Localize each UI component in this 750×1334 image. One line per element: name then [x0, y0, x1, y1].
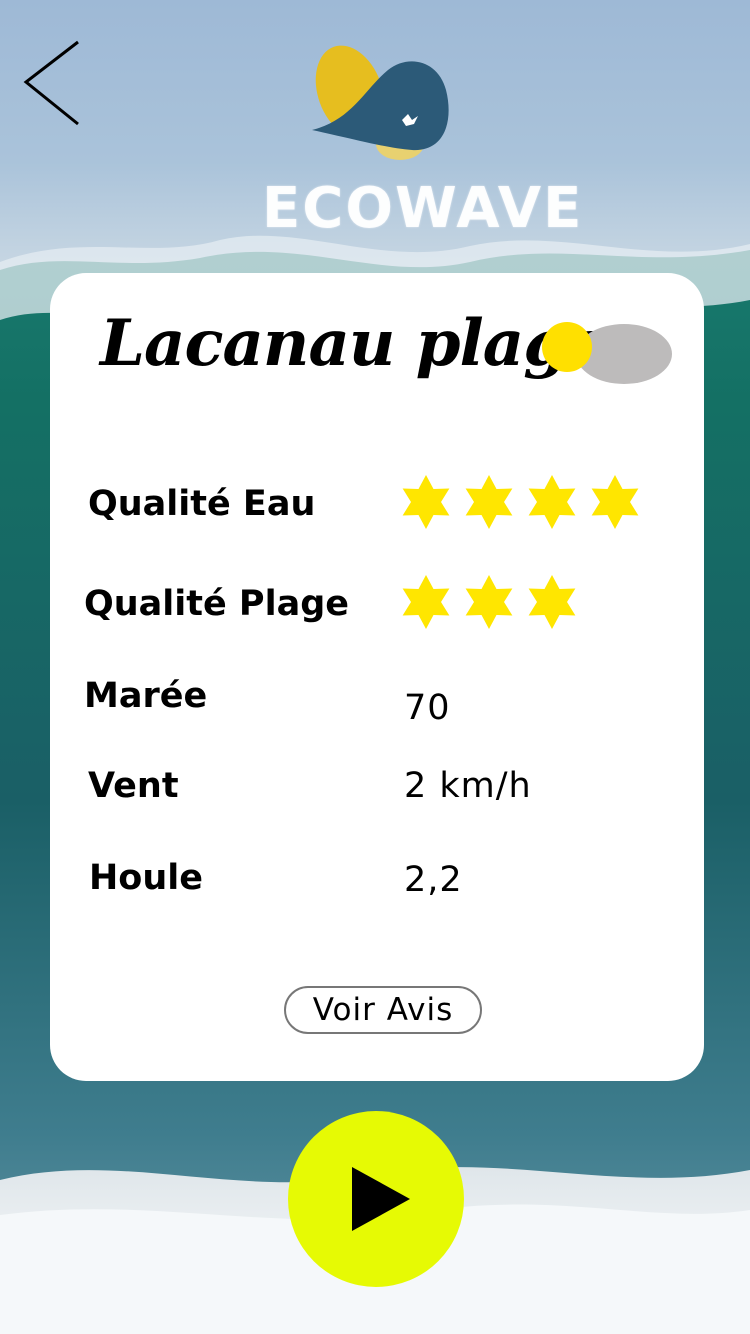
star-icon [465, 575, 513, 629]
star-icon [402, 475, 450, 529]
star-rating-water [402, 475, 639, 529]
row-label-vent: Vent [88, 766, 179, 806]
beach-title: Lacanau plage [100, 306, 608, 381]
row-label-qualite-eau: Qualité Eau [88, 484, 316, 524]
star-icon [528, 575, 576, 629]
star-rating-beach [402, 575, 576, 629]
sun-cloud-icon [542, 322, 672, 384]
row-label-maree: Marée [84, 676, 208, 716]
play-button[interactable] [288, 1111, 464, 1287]
star-icon [465, 475, 513, 529]
voir-avis-button[interactable]: Voir Avis [284, 986, 482, 1034]
back-button[interactable] [18, 38, 88, 130]
row-value-vent: 2 km/h [404, 766, 532, 806]
play-icon [352, 1167, 410, 1231]
star-icon [402, 575, 450, 629]
logo-text: ECOWAVE [262, 176, 584, 241]
row-label-qualite-plage: Qualité Plage [84, 584, 349, 624]
row-value-maree: 70 [404, 688, 451, 728]
chevron-left-icon [23, 40, 79, 126]
star-icon [528, 475, 576, 529]
row-label-houle: Houle [89, 858, 203, 898]
row-value-houle: 2,2 [404, 860, 463, 900]
star-icon [591, 475, 639, 529]
